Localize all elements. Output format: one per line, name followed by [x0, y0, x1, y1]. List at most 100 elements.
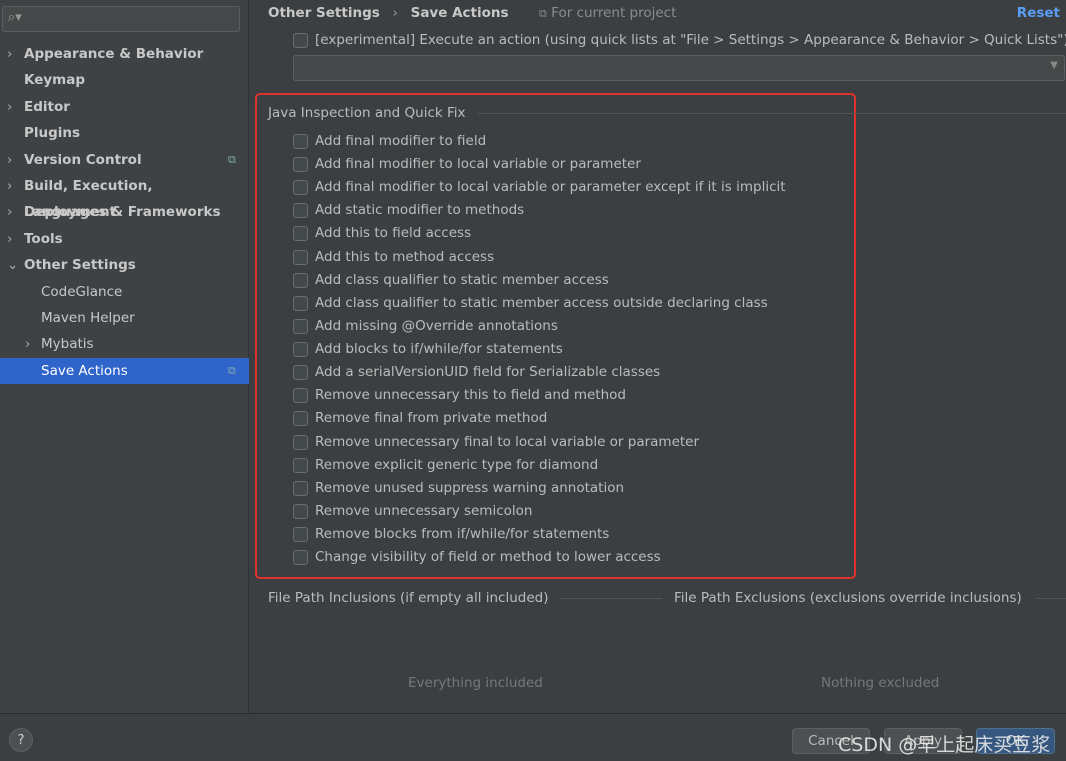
breadcrumb-separator: ›: [392, 5, 398, 21]
option-label: Add class qualifier to static member acc…: [315, 294, 768, 311]
experimental-label: [experimental] Execute an action (using …: [315, 32, 1066, 48]
option-checkbox[interactable]: [293, 295, 308, 311]
chevron-right-icon: ›: [25, 336, 31, 353]
inclusions-title: File Path Inclusions (if empty all inclu…: [268, 590, 549, 606]
option-label: Remove final from private method: [315, 410, 548, 427]
option-label: Remove unnecessary semicolon: [315, 502, 533, 519]
search-icon: ⌕▾: [8, 10, 22, 25]
chevron-right-icon: ›: [7, 204, 13, 221]
settings-sidebar: ⌕▾ › Appearance & Behavior Keymap › Editor Pl…: [0, 0, 249, 713]
chevron-down-icon: ⌄: [7, 257, 19, 274]
inclusions-empty-text: Everything included: [408, 675, 543, 691]
sidebar-item-label: Appearance & Behavior: [24, 46, 204, 62]
breadcrumb: Other Settings › Save Actions: [268, 5, 509, 21]
copy-icon: ⧉: [539, 7, 547, 20]
option-checkbox[interactable]: [293, 180, 308, 196]
exclusions-empty-text: Nothing excluded: [821, 675, 940, 691]
option-label: Add static modifier to methods: [315, 202, 525, 219]
chevron-right-icon: ›: [7, 230, 13, 247]
option-checkbox[interactable]: [293, 365, 308, 381]
option-checkbox[interactable]: [293, 457, 308, 473]
option-checkbox[interactable]: [293, 342, 308, 358]
sidebar-item-codeglance[interactable]: CodeGlance: [0, 279, 249, 305]
option-checkbox[interactable]: [293, 203, 308, 219]
sidebar-item-label: Version Control: [24, 151, 142, 168]
sidebar-item-label: Save Actions: [41, 362, 128, 379]
option-checkbox[interactable]: [293, 318, 308, 334]
sidebar-item-maven-helper[interactable]: Maven Helper: [0, 305, 249, 331]
option-label: Remove explicit generic type for diamond: [315, 456, 599, 473]
watermark: CSDN @早上起床买豆浆: [838, 734, 1051, 756]
option-checkbox[interactable]: [293, 388, 308, 404]
sidebar-item-other-settings[interactable]: ⌄ Other Settings: [0, 252, 249, 278]
sidebar-item-label: Editor: [24, 98, 70, 115]
option-checkbox[interactable]: [293, 411, 308, 427]
option-label: Change visibility of field or method to …: [315, 549, 661, 566]
sidebar-item-label: Maven Helper: [41, 310, 135, 326]
sidebar-item-save-actions[interactable]: Save Actions ⧉: [0, 357, 249, 384]
sidebar-item-editor[interactable]: › Editor: [0, 94, 249, 120]
option-label: Add final modifier to local variable or …: [315, 156, 641, 173]
scope-label: ⧉ For current project: [539, 5, 676, 21]
option-checkbox[interactable]: [293, 157, 308, 173]
copy-icon: ⧉: [228, 363, 236, 377]
option-label: Add final modifier to local variable or …: [315, 179, 786, 196]
option-checkbox[interactable]: [293, 134, 308, 149]
sidebar-item-build-execution-deployment[interactable]: › Build, Execution, Deployment: [0, 173, 249, 220]
exclusions-title: File Path Exclusions (exclusions overrid…: [674, 590, 1022, 606]
chevron-right-icon: ›: [7, 151, 13, 168]
sidebar-item-label: Mybatis: [41, 336, 94, 353]
save-actions-panel: Other Settings › Save Actions ⧉ For curr…: [250, 0, 1066, 713]
divider: [560, 598, 662, 599]
option-checkbox[interactable]: [293, 503, 308, 519]
sidebar-item-label: Tools: [24, 230, 63, 247]
help-button[interactable]: ?: [9, 728, 33, 752]
sidebar-item-version-control[interactable]: › Version Control ⧉: [0, 147, 249, 173]
experimental-checkbox[interactable]: [293, 33, 308, 48]
breadcrumb-save-actions: Save Actions: [410, 5, 509, 21]
java-section-title: Java Inspection and Quick Fix: [268, 105, 466, 121]
sidebar-item-label: Other Settings: [24, 257, 136, 274]
option-label: Remove unnecessary final to local variab…: [315, 433, 700, 450]
option-label: Add blocks to if/while/for statements: [315, 341, 563, 358]
quick-list-combo[interactable]: ▼: [293, 55, 1065, 81]
option-checkbox[interactable]: [293, 527, 308, 543]
divider: [478, 113, 1066, 114]
option-label: Remove blocks from if/while/for statemen…: [315, 526, 610, 543]
option-label: Remove unnecessary this to field and met…: [315, 387, 626, 404]
chevron-down-icon: ▼: [1050, 60, 1058, 71]
option-checkbox[interactable]: [293, 550, 308, 566]
sidebar-item-appearance-behavior[interactable]: › Appearance & Behavior: [0, 41, 249, 67]
option-checkbox[interactable]: [293, 272, 308, 288]
sidebar-item-label: Languages & Frameworks: [24, 204, 221, 221]
sidebar-item-label: Plugins: [24, 125, 81, 142]
option-checkbox[interactable]: [293, 249, 308, 265]
sidebar-item-keymap[interactable]: Keymap: [0, 67, 249, 93]
breadcrumb-other-settings[interactable]: Other Settings: [268, 5, 380, 21]
chevron-right-icon: ›: [7, 98, 13, 115]
option-label: Add a serialVersionUID field for Seriali…: [315, 364, 661, 381]
option-label: Add class qualifier to static member acc…: [315, 271, 609, 288]
option-label: Add missing @Override annotations: [315, 317, 558, 334]
option-checkbox[interactable]: [293, 226, 308, 242]
settings-search-input[interactable]: ⌕▾: [2, 6, 240, 32]
option-checkbox[interactable]: [293, 434, 308, 450]
sidebar-item-label: Keymap: [24, 72, 86, 89]
chevron-right-icon: ›: [7, 178, 13, 194]
option-label: Add final modifier to field: [315, 133, 487, 149]
sidebar-item-plugins[interactable]: Plugins: [0, 120, 249, 146]
sidebar-item-tools[interactable]: › Tools: [0, 226, 249, 252]
chevron-right-icon: ›: [7, 46, 13, 62]
reset-link[interactable]: Reset: [1017, 5, 1060, 21]
option-label: Add this to method access: [315, 248, 495, 265]
divider: [1036, 598, 1066, 599]
option-checkbox[interactable]: [293, 480, 308, 496]
sidebar-item-label: CodeGlance: [41, 283, 123, 300]
option-label: Remove unused suppress warning annotatio…: [315, 479, 625, 496]
dialog-footer: ? Cancel Apply OK CSDN @早上起床买豆浆: [0, 713, 1066, 761]
scope-text: For current project: [551, 5, 677, 21]
sidebar-item-languages-frameworks[interactable]: › Languages & Frameworks: [0, 199, 249, 225]
sidebar-item-mybatis[interactable]: › Mybatis: [0, 331, 249, 357]
option-label: Add this to field access: [315, 225, 472, 242]
copy-icon: ⧉: [228, 152, 236, 166]
